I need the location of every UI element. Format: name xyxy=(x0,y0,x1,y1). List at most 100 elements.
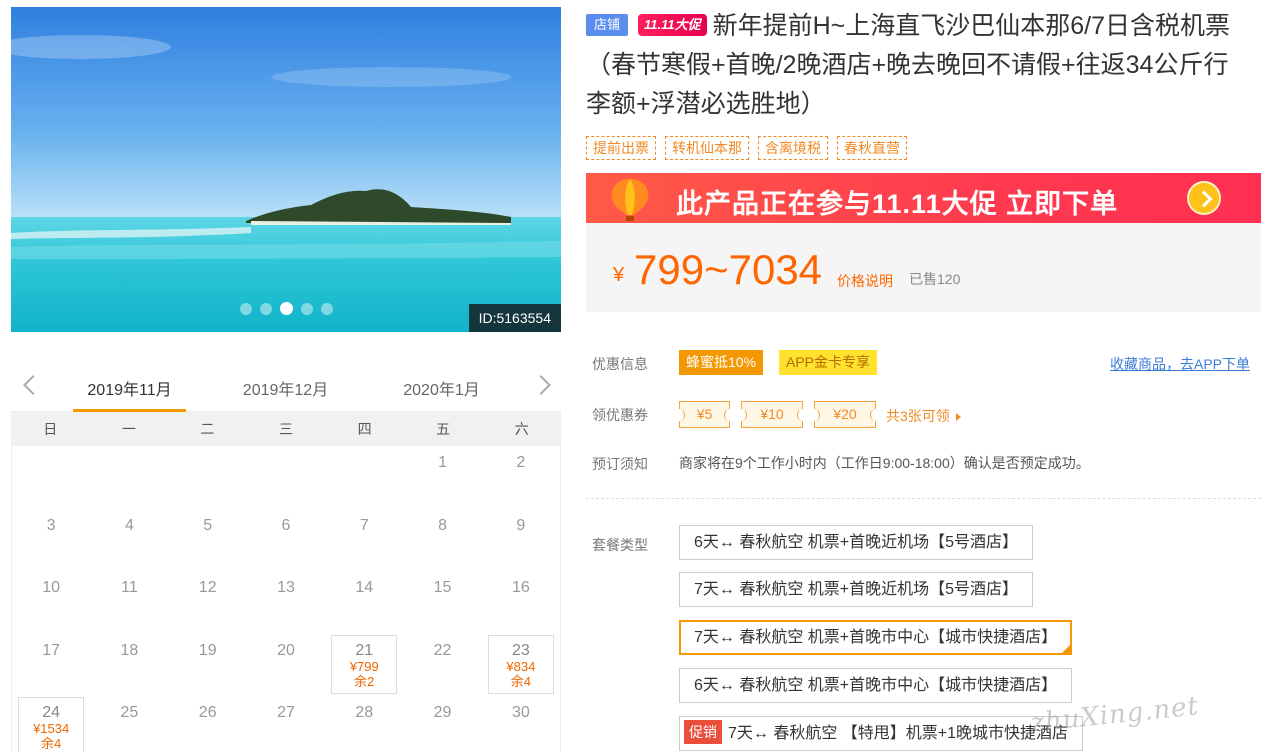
price-calendar: 2019年11月 2019年12月 2020年1月 日 一 二 三 四 五 六 … xyxy=(11,362,561,752)
get-all-coupons-link[interactable]: 共3张可领 xyxy=(886,406,961,426)
go-arrow-icon[interactable] xyxy=(1187,181,1221,215)
image-id-label: ID:5163554 xyxy=(468,304,561,332)
calendar-day: 12 xyxy=(169,571,247,634)
calendar-day xyxy=(169,446,247,509)
calendar-day: 19 xyxy=(169,634,247,697)
weekday-label: 一 xyxy=(121,421,136,437)
tab-month-2020-01[interactable]: 2020年1月 xyxy=(385,376,498,400)
day-stock: 余2 xyxy=(354,673,375,689)
day-stock: 余4 xyxy=(510,673,531,689)
coupon-20[interactable]: ¥20 xyxy=(809,401,881,428)
calendar-week-row: 12 xyxy=(12,446,560,509)
calendar-day: 29 xyxy=(403,696,481,752)
shop-badge[interactable]: 店铺 xyxy=(586,14,629,36)
calendar-day: 28 xyxy=(325,696,403,752)
product-header: 店铺 11.11大促 新年提前H~上海直飞沙巴仙本那6/7日含税机票（春节寒假+首晚… xyxy=(586,7,1246,124)
calendar-grid: 1 2 3 4 5 6 7 8 9 10 11 12 13 14 15 16 17 18 19 20 21 ¥799 余2 2… xyxy=(11,446,561,752)
day-number: 22 xyxy=(433,641,452,659)
calendar-day: 13 xyxy=(247,571,325,634)
day-number: 25 xyxy=(120,704,139,722)
calendar-day-available[interactable]: 24 ¥1534 余4 xyxy=(12,696,90,752)
favorite-app-link[interactable]: 收藏商品，去APP下单 xyxy=(1110,354,1250,374)
package-option-selected[interactable]: 7天↔ 春秋航空 机票+首晚市中心【城市快捷酒店】 xyxy=(679,620,1073,655)
slide-dot[interactable] xyxy=(239,302,252,315)
tag: 提前出票 xyxy=(586,136,656,160)
product-photo[interactable]: ID:5163554 xyxy=(11,7,561,332)
booking-notice-text: 商家将在9个工作小时内（工作日9:00-18:00）确认是否预定成功。 xyxy=(679,455,1090,471)
next-month-arrow-icon[interactable] xyxy=(531,372,555,396)
calendar-day: 27 xyxy=(247,696,325,752)
price-currency: ¥ xyxy=(613,264,625,286)
weekday-label: 二 xyxy=(200,421,215,437)
calendar-day: 6 xyxy=(247,509,325,572)
price-explanation-link[interactable]: 价格说明 xyxy=(837,271,893,291)
promo-badge: 促销 xyxy=(684,720,722,744)
day-number: 10 xyxy=(42,579,61,597)
day-stock: 余4 xyxy=(41,736,62,752)
beach-photo xyxy=(11,7,561,332)
day-number: 8 xyxy=(438,516,448,534)
hot-air-balloon-icon xyxy=(611,179,649,221)
calendar-day xyxy=(325,446,403,509)
tag: 转机仙本那 xyxy=(665,136,749,160)
day-number: 18 xyxy=(120,641,139,659)
day-number: 23 xyxy=(511,641,530,659)
calendar-day xyxy=(12,446,90,509)
promo-1111-badge: 11.11大促 xyxy=(638,14,707,36)
coupon-5[interactable]: ¥5 xyxy=(674,401,735,428)
price-range: 799~7034 xyxy=(634,246,823,293)
package-option[interactable]: 6天↔ 春秋航空 机票+首晚市中心【城市快捷酒店】 xyxy=(679,668,1073,703)
calendar-day: 1 xyxy=(403,446,481,509)
package-option-label: 7天↔ 春秋航空 【特甩】机票+1晚城市快捷酒店 xyxy=(728,725,1069,742)
calendar-day: 22 xyxy=(403,634,481,697)
day-number: 12 xyxy=(198,579,217,597)
day-number: 11 xyxy=(121,579,138,597)
slide-dot[interactable] xyxy=(320,302,333,315)
calendar-day-available[interactable]: 23 ¥834 余4 xyxy=(482,634,560,697)
package-option[interactable]: 6天↔ 春秋航空 机票+首晚近机场【5号酒店】 xyxy=(679,525,1034,560)
coupon-10[interactable]: ¥10 xyxy=(736,401,808,428)
banner-text: 此产品正在参与11.11大促 立即下单 xyxy=(676,189,1119,219)
day-number: 16 xyxy=(511,579,530,597)
promo-banner[interactable]: 此产品正在参与11.11大促 立即下单 xyxy=(586,173,1261,223)
calendar-day: 10 xyxy=(12,571,90,634)
day-number: 9 xyxy=(516,516,526,534)
day-number: 5 xyxy=(203,516,213,534)
calendar-day: 5 xyxy=(169,509,247,572)
day-number: 14 xyxy=(355,579,374,597)
package-option[interactable]: 促销 7天↔ 春秋航空 【特甩】机票+1晚城市快捷酒店 xyxy=(679,716,1084,751)
calendar-day: 2 xyxy=(482,446,560,509)
prev-month-arrow-icon[interactable] xyxy=(17,372,41,396)
weekday-label: 六 xyxy=(514,421,529,437)
calendar-day: 4 xyxy=(90,509,168,572)
day-number: 4 xyxy=(124,516,134,534)
price-panel: ¥ 799~7034 价格说明 已售120 xyxy=(586,223,1261,312)
day-number: 20 xyxy=(277,641,295,659)
day-number: 26 xyxy=(198,704,217,722)
day-number: 21 xyxy=(355,641,374,659)
calendar-day-available[interactable]: 21 ¥799 余2 xyxy=(325,634,403,697)
day-number: 6 xyxy=(281,516,291,534)
day-number: 29 xyxy=(433,704,452,722)
sold-count: 已售120 xyxy=(909,271,961,287)
app-gold-card-badge: APP金卡专享 xyxy=(779,350,878,375)
slide-dot[interactable] xyxy=(259,302,272,315)
calendar-day: 14 xyxy=(325,571,403,634)
calendar-day: 17 xyxy=(12,634,90,697)
tab-month-2019-11[interactable]: 2019年11月 xyxy=(73,376,186,412)
calendar-day xyxy=(90,446,168,509)
day-number: 13 xyxy=(277,579,295,597)
product-title: 店铺 11.11大促 新年提前H~上海直飞沙巴仙本那6/7日含税机票（春节寒假+首晚… xyxy=(586,7,1246,124)
calendar-day: 16 xyxy=(482,571,560,634)
calendar-day: 30 xyxy=(482,696,560,752)
slide-dot-active[interactable] xyxy=(279,302,293,316)
day-number: 28 xyxy=(355,704,374,722)
tab-month-2019-12[interactable]: 2019年12月 xyxy=(229,376,342,400)
calendar-week-row: 3 4 5 6 7 8 9 xyxy=(12,509,560,572)
day-number: 15 xyxy=(433,579,452,597)
calendar-day: 9 xyxy=(482,509,560,572)
package-option[interactable]: 7天↔ 春秋航空 机票+首晚近机场【5号酒店】 xyxy=(679,572,1034,607)
tag: 含离境税 xyxy=(758,136,828,160)
slide-dot[interactable] xyxy=(300,302,313,315)
day-number: 24 xyxy=(42,704,61,722)
